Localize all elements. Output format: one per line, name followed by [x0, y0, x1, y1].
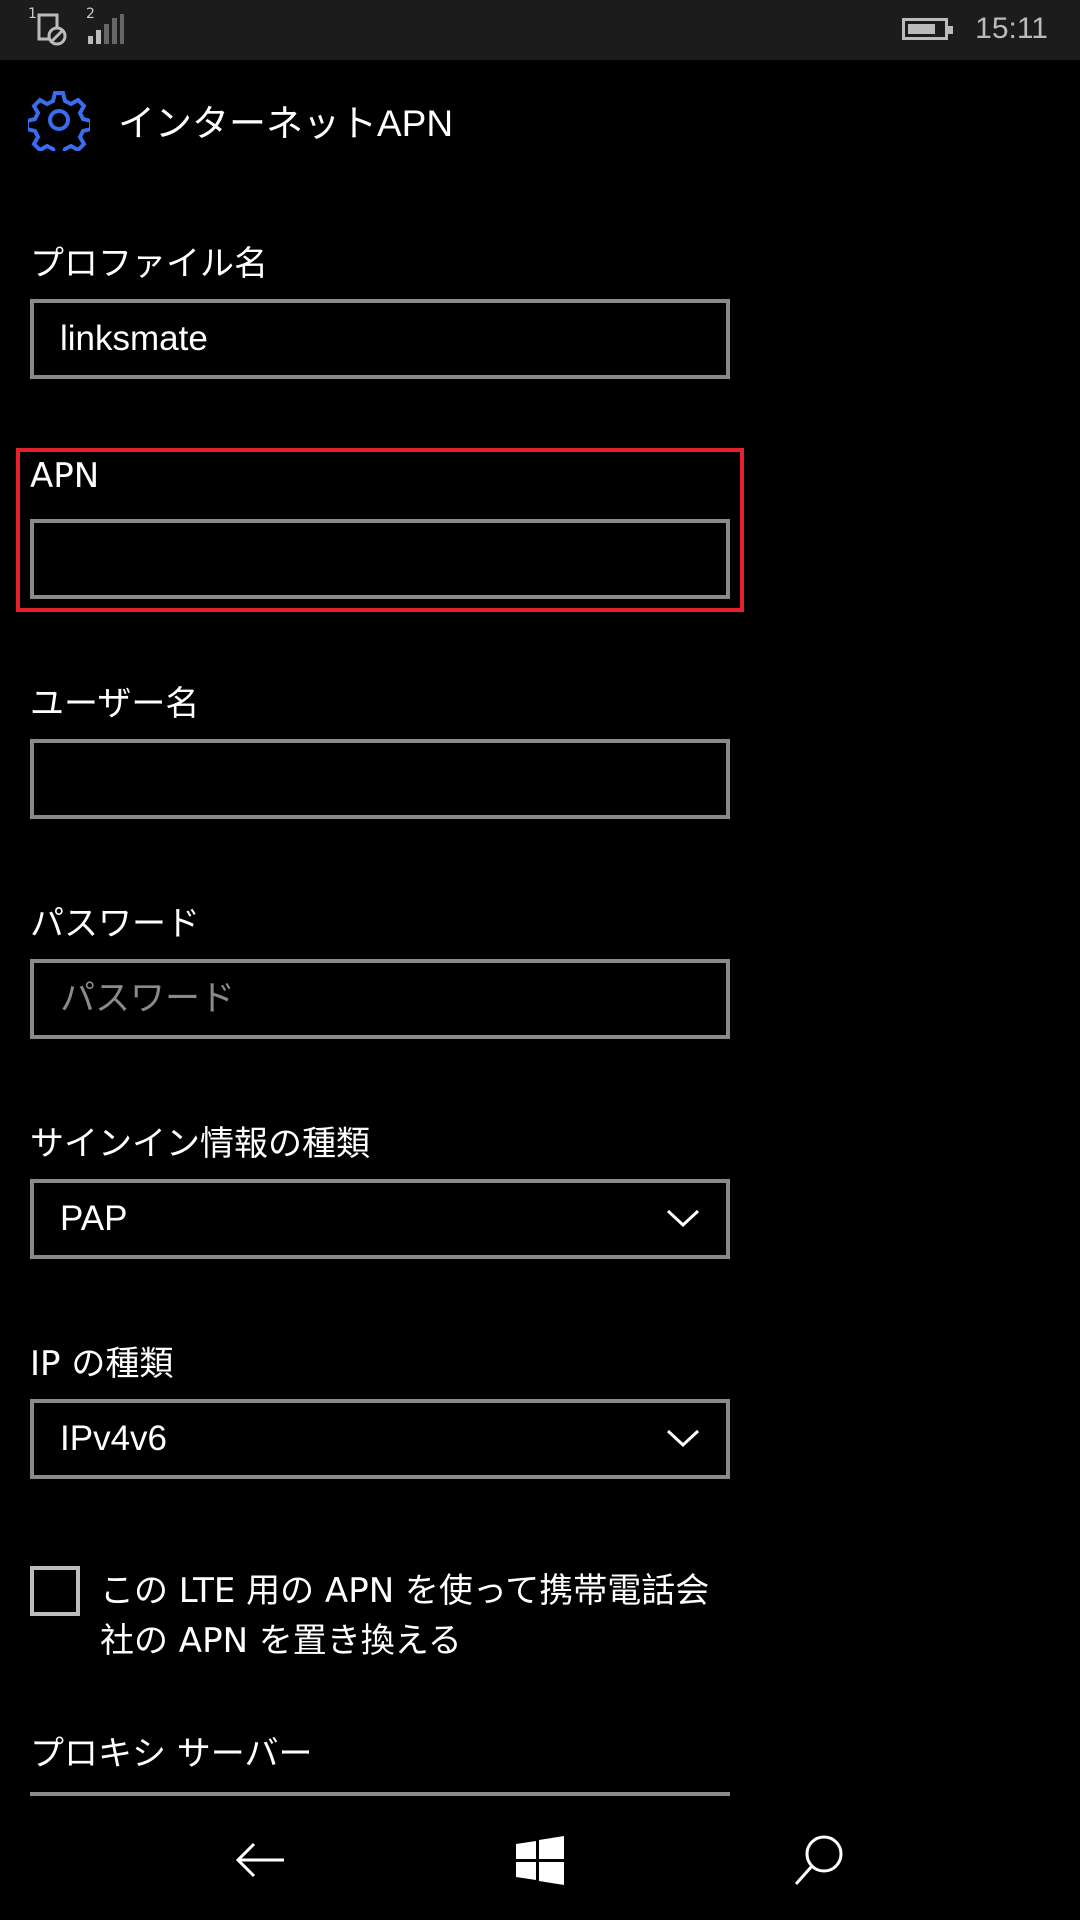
replace-apn-checkbox[interactable]	[30, 1566, 80, 1616]
signin-type-select[interactable]: PAP	[30, 1179, 730, 1259]
sim1-no-signal-icon	[37, 13, 67, 46]
status-bar: 1 2 15:11	[0, 0, 1080, 60]
profile-name-label: プロファイル名	[30, 244, 268, 284]
apn-input[interactable]	[30, 519, 730, 599]
profile-name-input[interactable]: linksmate	[30, 299, 730, 379]
navigation-bar	[0, 1800, 1080, 1920]
page-title: インターネットAPN	[118, 103, 454, 144]
ip-type-select[interactable]: IPv4v6	[30, 1399, 730, 1479]
password-input[interactable]: パスワード	[30, 959, 730, 1039]
gear-icon	[28, 91, 90, 151]
chevron-down-icon	[666, 1429, 700, 1448]
signin-type-label: サインイン情報の種類	[30, 1124, 370, 1164]
proxy-server-label: プロキシ サーバー	[30, 1734, 313, 1774]
clock: 15:11	[975, 12, 1048, 45]
ip-type-label: IP の種類	[30, 1344, 174, 1384]
battery-icon	[902, 18, 953, 40]
back-arrow-icon[interactable]	[230, 1830, 290, 1890]
username-input[interactable]	[30, 739, 730, 819]
windows-logo-icon[interactable]	[510, 1830, 570, 1890]
chevron-down-icon	[666, 1209, 700, 1228]
apn-label: APN	[30, 456, 100, 496]
replace-apn-label: この LTE 用の APN を使って携帯電話会社の APN を置き換える	[100, 1571, 710, 1661]
ip-type-value: IPv4v6	[60, 1419, 167, 1458]
username-label: ユーザー名	[30, 684, 200, 724]
page-header: インターネットAPN	[28, 88, 453, 152]
signal-strength-icon	[88, 14, 124, 44]
password-label: パスワード	[30, 904, 200, 944]
search-icon[interactable]	[790, 1830, 850, 1890]
signin-type-value: PAP	[60, 1199, 128, 1238]
